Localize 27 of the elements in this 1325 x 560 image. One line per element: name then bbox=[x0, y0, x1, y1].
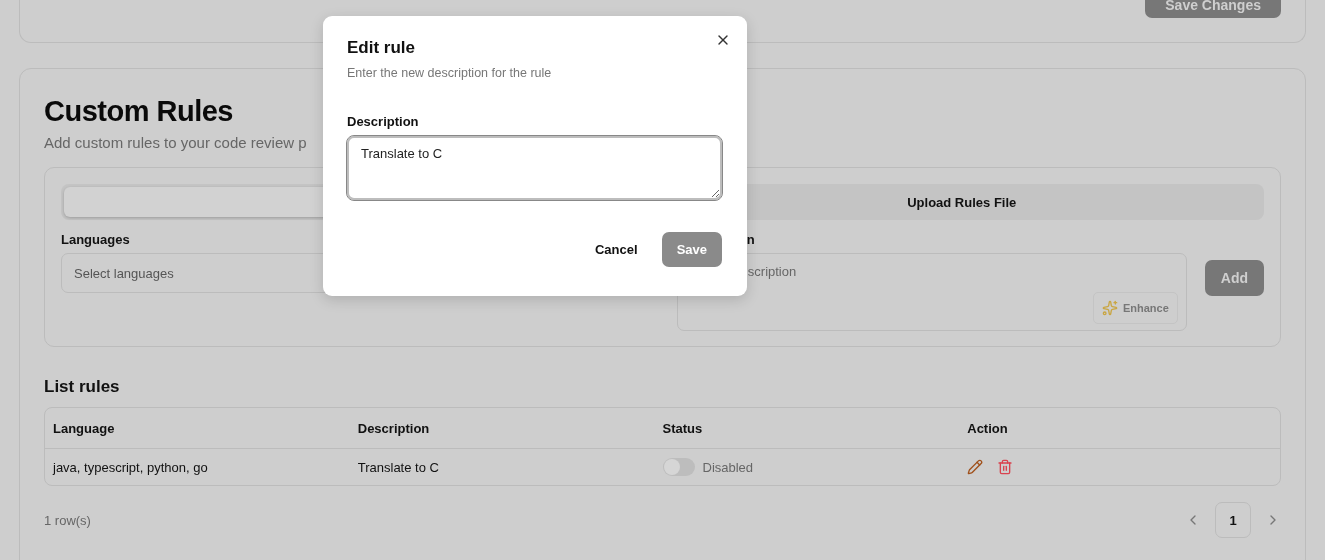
field-label: Description bbox=[347, 114, 420, 129]
table-cell-text: java, typescript, python, go bbox=[53, 459, 209, 475]
add-button[interactable]: Add bbox=[1204, 260, 1264, 296]
cancel-button[interactable]: Cancel bbox=[585, 236, 648, 263]
edit-icon[interactable] bbox=[967, 459, 984, 475]
field-label: Languages bbox=[61, 232, 131, 247]
field-label: n bbox=[745, 232, 756, 247]
list-title: List rules bbox=[44, 377, 121, 397]
save-changes-button[interactable]: Save Changes bbox=[1145, 0, 1281, 18]
save-button[interactable]: Save bbox=[661, 232, 722, 267]
description-input[interactable]: Translate to C bbox=[347, 136, 722, 200]
page-button[interactable]: 1 bbox=[1215, 502, 1251, 538]
enhance-button[interactable]: Enhance bbox=[1092, 292, 1178, 324]
column-header: Language bbox=[53, 420, 116, 436]
column-header: Action bbox=[967, 420, 1009, 436]
section-subtitle: Add custom rules to your code review p bbox=[44, 134, 307, 151]
row-count: 1 row(s) bbox=[44, 512, 91, 528]
dialog-title: Edit rule bbox=[347, 38, 416, 58]
section-title: Custom Rules bbox=[44, 95, 233, 128]
dialog-subtitle: Enter the new description for the rule bbox=[347, 66, 553, 80]
status-label: Disabled bbox=[702, 459, 754, 475]
sparkle-icon bbox=[1101, 300, 1118, 316]
delete-icon[interactable] bbox=[997, 459, 1014, 475]
table-cell-text: Translate to C bbox=[357, 459, 440, 475]
column-header: Status bbox=[662, 420, 704, 436]
status-toggle[interactable] bbox=[662, 458, 695, 476]
column-header: Description bbox=[357, 420, 431, 436]
